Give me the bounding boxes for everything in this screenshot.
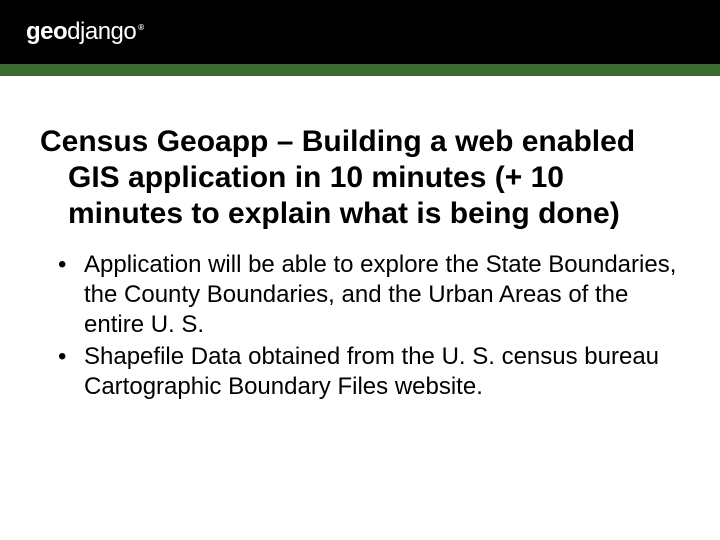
bullet-list: Application will be able to explore the … bbox=[40, 250, 680, 402]
accent-bar bbox=[0, 64, 720, 76]
list-item: Application will be able to explore the … bbox=[58, 250, 680, 340]
logo-django: django bbox=[67, 18, 136, 45]
logo: geodjango® bbox=[26, 18, 144, 46]
list-item: Shapefile Data obtained from the U. S. c… bbox=[58, 342, 680, 402]
slide-content: Census Geoapp – Building a web enabled G… bbox=[0, 76, 720, 402]
header-bar: geodjango® bbox=[0, 0, 720, 64]
logo-reg: ® bbox=[138, 23, 143, 32]
logo-geo: geo bbox=[26, 18, 67, 45]
slide-title: Census Geoapp – Building a web enabled G… bbox=[68, 124, 680, 232]
